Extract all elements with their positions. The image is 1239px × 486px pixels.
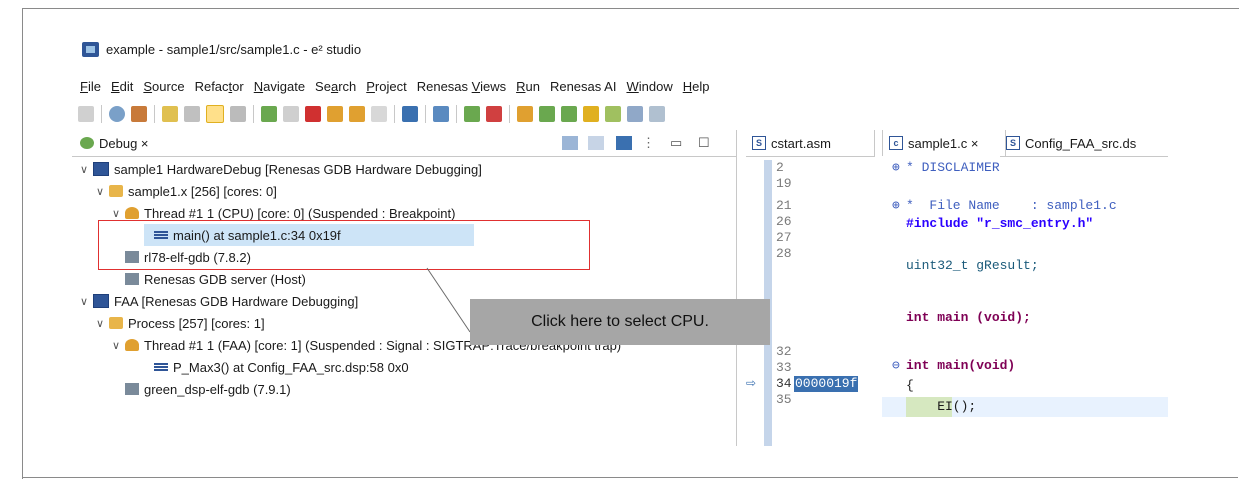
frame-bottom-border (22, 477, 1238, 478)
leader-line (426, 267, 471, 333)
callout-box: Click here to select CPU. (470, 299, 770, 345)
callout-text: Click here to select CPU. (531, 313, 709, 330)
ide-window: example - sample1/src/sample1.c - e² stu… (72, 34, 1168, 446)
callout-leader (426, 267, 471, 333)
